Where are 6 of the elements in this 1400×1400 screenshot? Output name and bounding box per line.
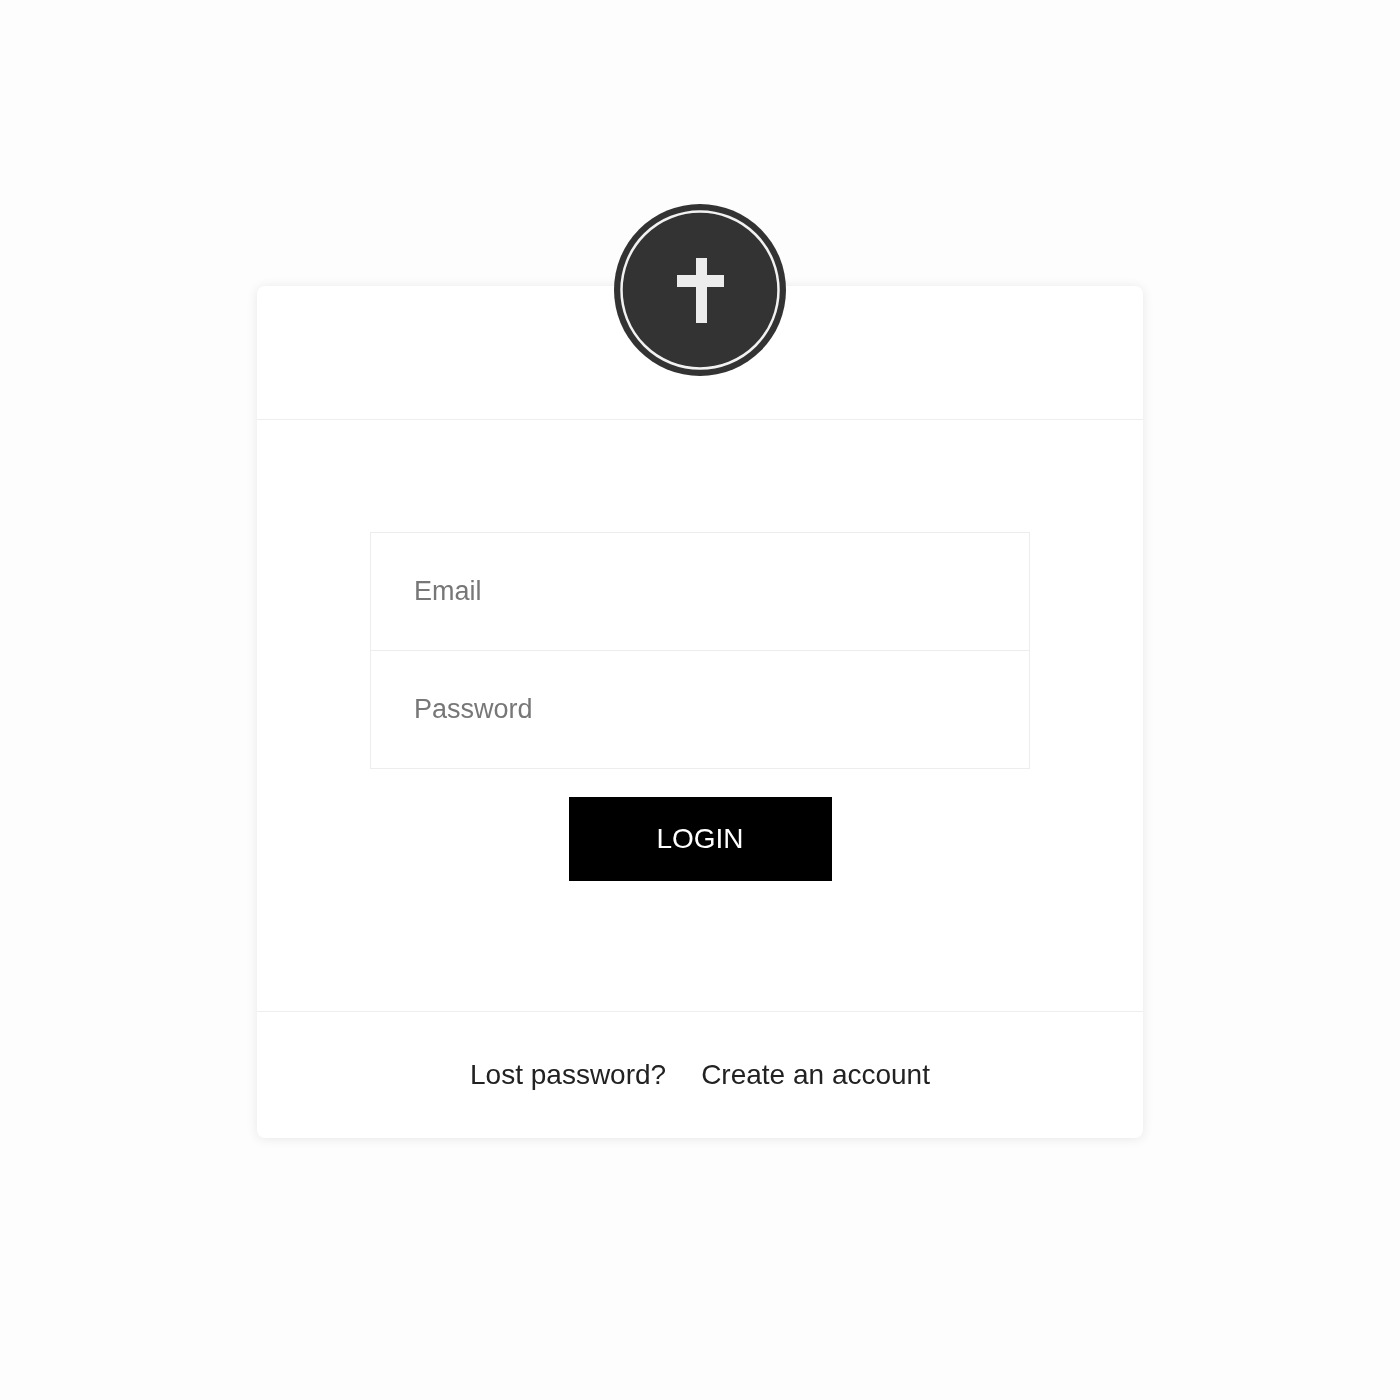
input-field[interactable]: Password: [370, 650, 1030, 769]
footer-link[interactable]: Lost password?: [470, 1058, 667, 1092]
cross-logo-icon: [614, 204, 786, 376]
input-field[interactable]: Email: [370, 532, 1030, 651]
login-button[interactable]: LOGIN: [568, 797, 832, 881]
footer-link[interactable]: Create an account: [701, 1058, 930, 1092]
